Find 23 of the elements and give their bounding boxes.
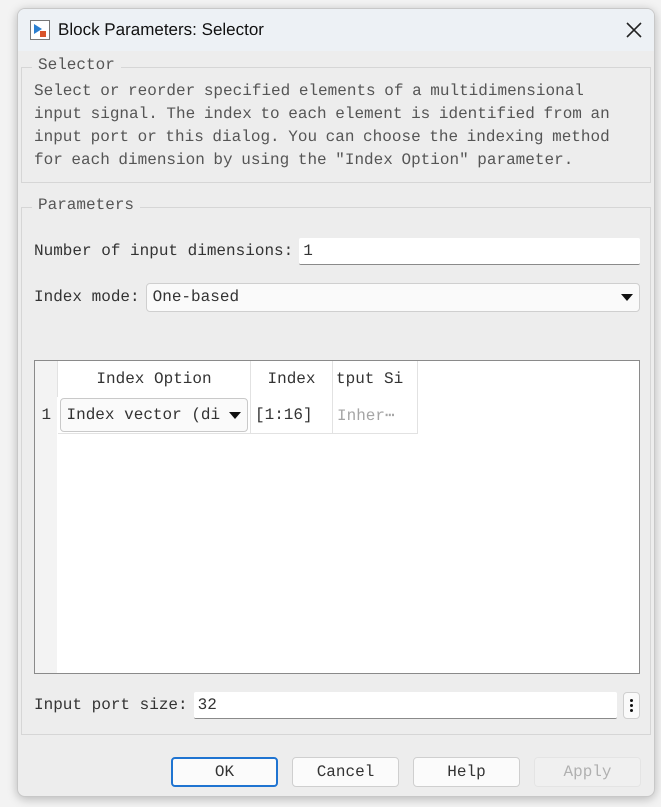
description-text: Select or reorder specified elements of a multidimensional input signal. The index to each element is identified from an input port or this dialog. You can choose the indexing method for each dimension by using the "Index Option" parameter. bbox=[34, 81, 611, 171]
column-header: tput Si bbox=[336, 370, 404, 388]
field-label: Number of input dimensions: bbox=[34, 242, 294, 260]
input-field[interactable]: 32 bbox=[194, 692, 617, 718]
close-icon[interactable] bbox=[626, 22, 642, 38]
field-label: Input port size: bbox=[34, 696, 188, 714]
table-cell-text: [1:16] bbox=[254, 406, 314, 424]
field-label: Index mode: bbox=[34, 288, 140, 306]
caret-icon bbox=[621, 294, 633, 300]
column-header: Index bbox=[267, 370, 316, 388]
app-icon bbox=[30, 20, 50, 40]
caret-icon bbox=[229, 412, 241, 418]
dropdown[interactable]: One-based bbox=[146, 282, 640, 312]
window-title: Block Parameters: Selector bbox=[58, 20, 265, 40]
cell-dropdown[interactable]: Index vector (di bbox=[60, 398, 248, 432]
dialog-button[interactable]: Help bbox=[413, 757, 520, 787]
dialog-button[interactable]: OK bbox=[171, 757, 278, 787]
input-field[interactable]: 1 bbox=[299, 238, 640, 264]
table-cell-text: Inher⋯ bbox=[336, 407, 396, 425]
row-number: 1 bbox=[35, 397, 58, 434]
dialog-button[interactable]: Cancel bbox=[292, 757, 399, 787]
menu-icon[interactable] bbox=[623, 692, 640, 718]
column-header: Index Option bbox=[96, 370, 212, 388]
